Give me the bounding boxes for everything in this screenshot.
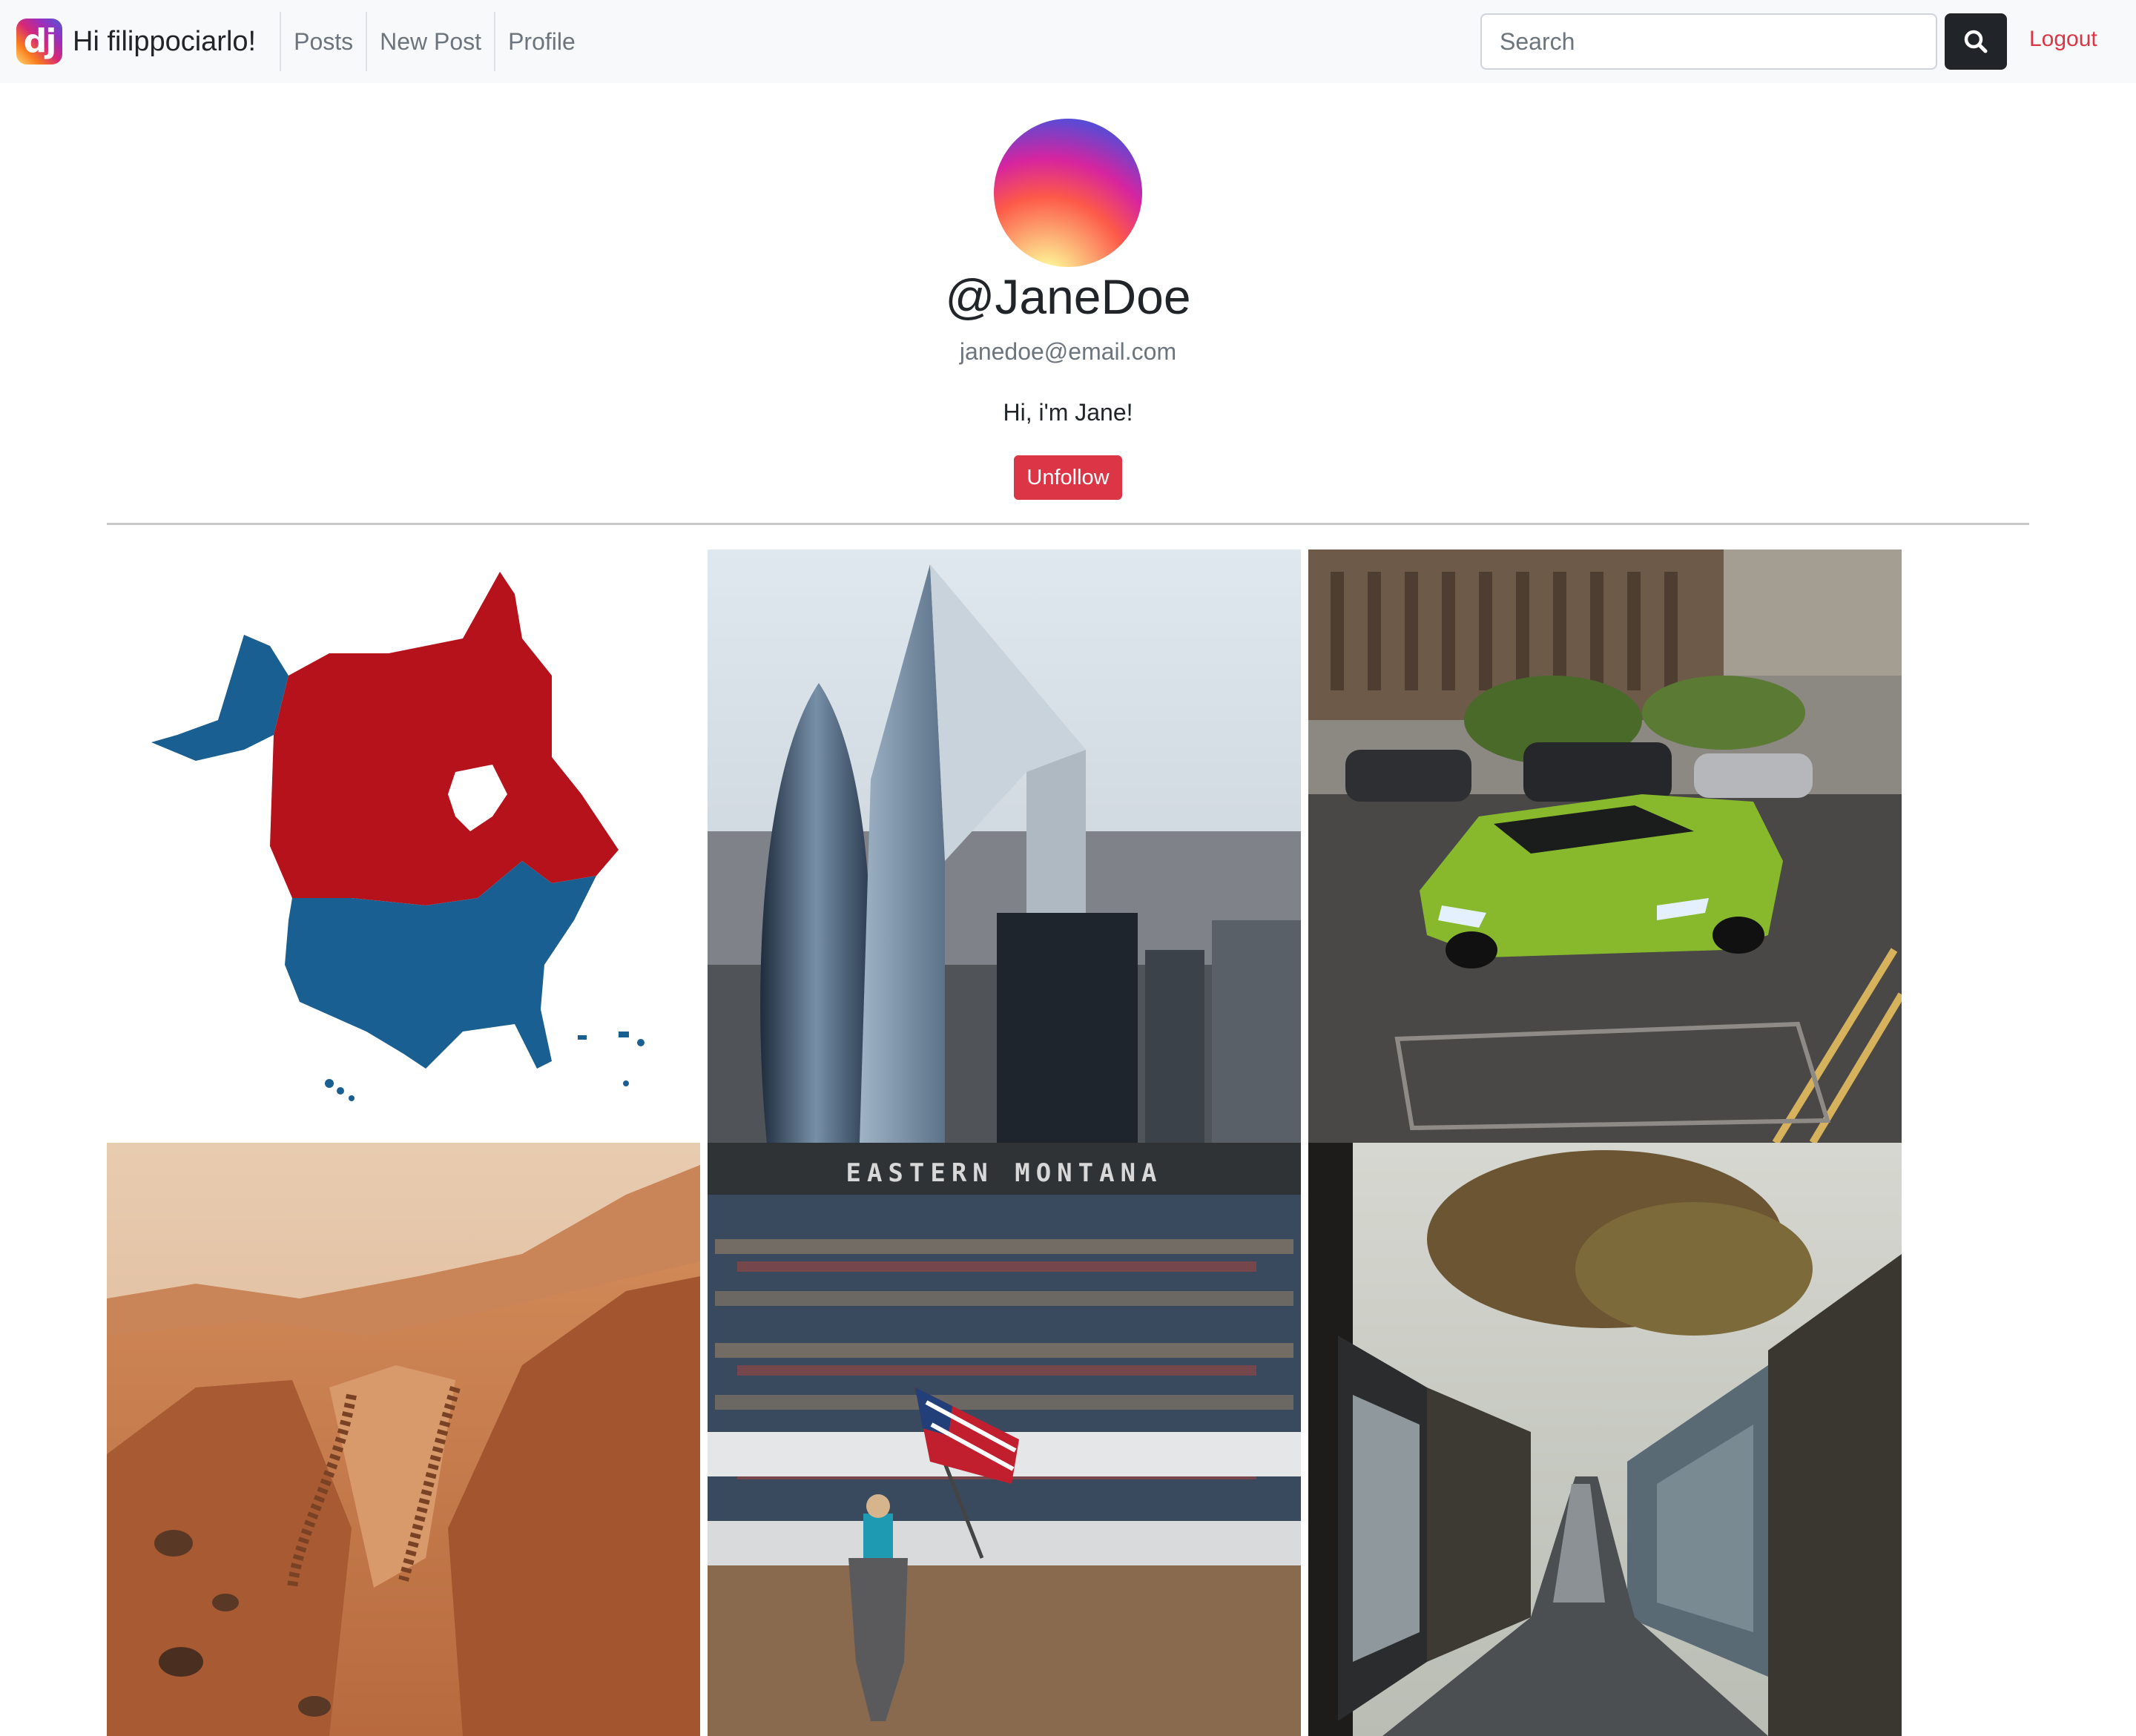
posts-grid: EASTERN MONTANA	[107, 549, 1902, 1736]
profile-username: @JaneDoe	[945, 269, 1191, 324]
profile-bio: Hi, i'm Jane!	[1003, 399, 1133, 426]
unfollow-button[interactable]: Unfollow	[1014, 455, 1122, 500]
rodeo-sign-text: EASTERN MONTANA	[846, 1158, 1162, 1188]
nav-link-profile[interactable]: Profile	[494, 12, 588, 71]
greeting-text[interactable]: Hi filippociarlo!	[73, 26, 256, 58]
search-form	[1480, 13, 2007, 70]
search-icon	[1964, 30, 1988, 53]
django-logo-icon[interactable]: dj	[16, 19, 62, 65]
post-image-urban-alley[interactable]	[1308, 1143, 1902, 1736]
search-input[interactable]	[1480, 13, 1937, 70]
top-navbar: dj Hi filippociarlo! Posts New Post Prof…	[0, 0, 2136, 83]
profile-email: janedoe@email.com	[959, 338, 1177, 365]
logout-link[interactable]: Logout	[2029, 27, 2097, 52]
post-image-north-america-map[interactable]	[107, 549, 700, 1143]
post-image-london-skyscrapers[interactable]	[708, 549, 1301, 1143]
section-divider	[107, 523, 2029, 525]
nav-link-posts[interactable]: Posts	[280, 12, 366, 71]
search-button[interactable]	[1945, 13, 2007, 70]
brand[interactable]: dj Hi filippociarlo!	[16, 0, 256, 83]
post-image-rodeo-flag-rider[interactable]: EASTERN MONTANA	[708, 1143, 1301, 1736]
profile-avatar	[994, 119, 1142, 267]
post-image-mars-desert[interactable]	[107, 1143, 700, 1736]
nav-links: Posts New Post Profile	[280, 0, 588, 83]
post-image-green-lamborghini[interactable]	[1308, 549, 1902, 1143]
nav-link-new-post[interactable]: New Post	[366, 12, 494, 71]
